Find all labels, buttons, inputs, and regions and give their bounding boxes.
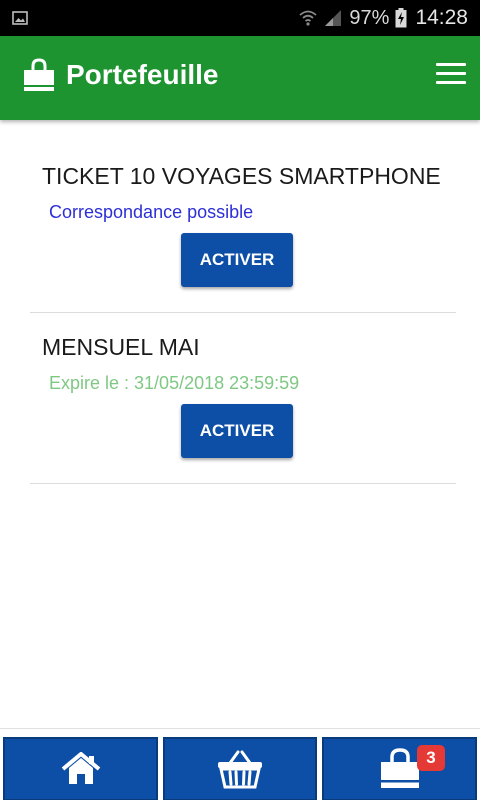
battery-charging-icon <box>395 8 407 28</box>
status-bar: 97% 14:28 <box>0 0 480 36</box>
hamburger-menu-icon[interactable] <box>436 63 470 93</box>
ticket-subtitle: Expire le : 31/05/2018 23:59:59 <box>49 373 300 393</box>
shopping-bag-icon <box>380 748 419 788</box>
signal-icon <box>325 10 342 26</box>
wifi-icon <box>299 10 317 26</box>
ticket-subtitle: Correspondance possible <box>49 202 254 222</box>
ticket-title: MENSUEL MAI <box>42 334 200 360</box>
divider <box>30 483 456 484</box>
page-title: Portefeuille <box>66 59 219 90</box>
nav-wallet-button[interactable]: 3 <box>322 737 477 800</box>
nav-basket-button[interactable] <box>163 737 317 800</box>
basket-icon <box>218 750 262 789</box>
cart-count-badge: 3 <box>417 745 445 771</box>
image-notification-icon <box>12 11 28 25</box>
shopping-bag-icon <box>24 58 54 91</box>
ticket-title: TICKET 10 VOYAGES SMARTPHONE <box>42 163 441 189</box>
nav-home-button[interactable] <box>3 737 158 800</box>
divider <box>30 312 456 313</box>
clock-time: 14:28 <box>415 6 468 29</box>
home-icon <box>61 752 100 784</box>
activate-button[interactable]: ACTIVER <box>181 233 293 287</box>
activate-button[interactable]: ACTIVER <box>181 404 293 458</box>
app-toolbar: Portefeuille <box>0 36 480 120</box>
battery-percent: 97% <box>349 6 390 29</box>
bottom-navigation: 3 <box>0 728 480 800</box>
